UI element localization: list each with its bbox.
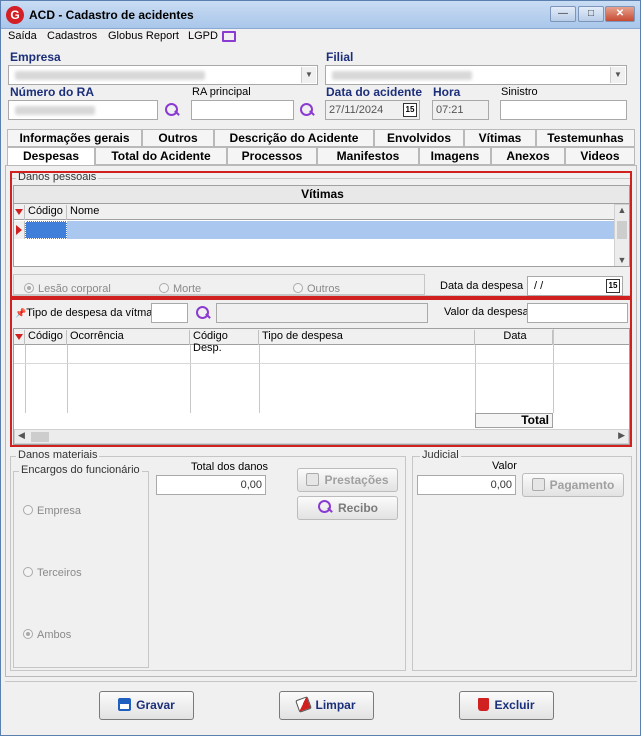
menu-saida[interactable]: Saída [8,30,37,42]
menu-bar: Saída Cadastros Globus Report LGPD [1,29,640,47]
tab-manifestos[interactable]: Manifestos [317,147,419,165]
hora-input[interactable]: 07:21 [432,100,489,120]
tab-processos[interactable]: Processos [227,147,317,165]
maximize-button[interactable]: □ [578,6,604,22]
tab-vitimas[interactable]: Vítimas [464,129,536,147]
tab-descricao-acidente[interactable]: Descrição do Acidente [214,129,374,147]
filial-label: Filial [326,50,354,64]
menu-globus-report[interactable]: Globus Report [108,30,179,42]
highlight-danos-pessoais [10,171,632,298]
judicial-label: Judicial [420,449,461,461]
tab-testemunhas[interactable]: Testemunhas [536,129,635,147]
radio-dot-icon [23,629,33,639]
radio-label: Terceiros [37,567,82,579]
gravar-button[interactable]: Gravar [99,691,194,720]
radio-dot-icon [23,505,33,515]
total-danos-input[interactable]: 0,00 [156,475,266,495]
divider [5,681,637,682]
monitor-icon[interactable] [222,31,236,42]
save-disk-icon [118,698,132,711]
judicial-valor-label: Valor [492,460,517,472]
button-label: Recibo [337,501,378,515]
radio-empresa[interactable]: Empresa [23,505,81,517]
button-label: Excluir [494,698,535,712]
data-acidente-value: 27/11/2024 [329,104,384,116]
tab-despesas[interactable]: Despesas [7,147,95,165]
search-icon[interactable] [164,102,180,118]
numero-ra-label: Número do RA [10,85,94,99]
radio-label: Ambos [37,629,72,641]
ra-principal-label: RA principal [192,86,251,98]
tab-total-acidente[interactable]: Total do Acidente [95,147,227,165]
data-acidente-label: Data do acidente [326,85,423,99]
trash-icon [478,698,490,711]
window-title: ACD - Cadastro de acidentes [29,8,194,22]
radio-dot-icon [23,567,33,577]
numero-ra-input[interactable] [8,100,158,120]
sinistro-input[interactable] [500,100,627,120]
chevron-down-icon[interactable]: ▼ [610,67,625,83]
menu-lgpd[interactable]: LGPD [188,30,218,42]
sinistro-label: Sinistro [501,86,538,98]
empresa-label: Empresa [10,50,61,64]
minimize-button[interactable]: — [550,6,576,22]
encargos-label: Encargos do funcionário [19,464,142,476]
tab-envolvidos[interactable]: Envolvidos [374,129,464,147]
button-label: Gravar [136,698,175,712]
tab-anexos[interactable]: Anexos [491,147,565,165]
pagamento-button[interactable]: Pagamento [522,473,624,497]
main-window: G ACD - Cadastro de acidentes — □ ✕ Saíd… [0,0,641,736]
tabs-row-1: Informações gerais Outros Descrição do A… [7,129,635,147]
danos-materiais-label: Danos materiais [16,449,100,461]
close-button[interactable]: ✕ [605,6,635,22]
search-icon [317,500,333,514]
radio-terceiros[interactable]: Terceiros [23,567,82,579]
total-danos-label: Total dos danos [191,461,269,473]
limpar-button[interactable]: Limpar [279,691,374,720]
prestacoes-button[interactable]: Prestações [297,468,398,492]
tab-outros[interactable]: Outros [142,129,214,147]
hora-label: Hora [433,85,461,99]
tab-imagens[interactable]: Imagens [419,147,491,165]
tab-videos[interactable]: Videos [565,147,635,165]
button-label: Prestações [324,473,389,487]
button-label: Limpar [315,698,356,712]
button-label: Pagamento [549,478,615,492]
redacted-text [15,71,205,80]
search-icon[interactable] [299,102,315,118]
tabs-row-2: Despesas Total do Acidente Processos Man… [7,147,635,165]
recibo-button[interactable]: Recibo [297,496,398,520]
redacted-text [332,71,472,80]
eraser-icon [295,696,313,713]
ra-principal-input[interactable] [191,100,294,120]
excluir-button[interactable]: Excluir [459,691,554,720]
tab-informacoes-gerais[interactable]: Informações gerais [7,129,142,147]
radio-ambos[interactable]: Ambos [23,629,71,641]
data-acidente-input[interactable]: 27/11/2024 15 [325,100,420,120]
redacted-text [15,106,95,115]
copy-icon [306,473,320,486]
title-bar: G ACD - Cadastro de acidentes — □ ✕ [1,1,640,29]
app-logo-icon: G [6,6,24,24]
judicial-valor-input[interactable]: 0,00 [417,475,516,495]
filial-combo[interactable]: ▼ [325,65,627,85]
empresa-combo[interactable]: ▼ [8,65,318,85]
highlight-despesas [10,298,632,447]
chevron-down-icon[interactable]: ▼ [301,67,316,83]
menu-cadastros[interactable]: Cadastros [47,30,97,42]
calendar-icon[interactable]: 15 [403,103,417,117]
copy-icon [531,478,545,491]
hora-value: 07:21 [436,104,464,116]
radio-label: Empresa [37,505,82,517]
